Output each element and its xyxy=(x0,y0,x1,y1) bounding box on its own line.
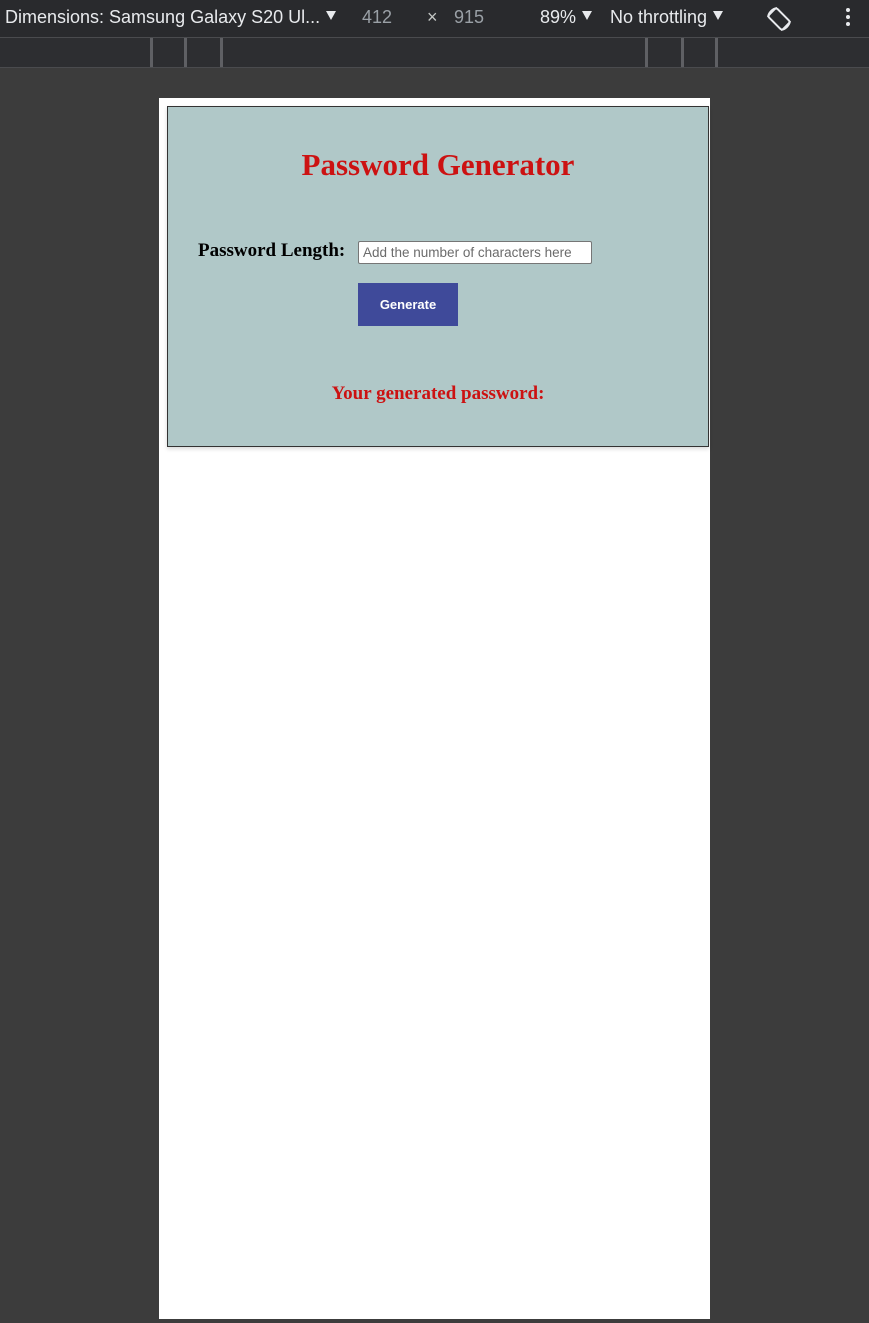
times-icon: × xyxy=(427,7,438,27)
chevron-down-icon xyxy=(326,11,337,20)
ruler-tick[interactable] xyxy=(184,38,187,67)
zoom-label: 89% xyxy=(540,7,577,27)
throttling-label: No throttling xyxy=(610,7,708,27)
password-length-label: Password Length: xyxy=(198,240,346,261)
rotate-icon[interactable] xyxy=(764,4,794,34)
generated-password-label: Your generated password: xyxy=(331,383,545,404)
ruler-tick[interactable] xyxy=(150,38,153,67)
chevron-down-icon xyxy=(713,11,724,20)
ruler-tick[interactable] xyxy=(645,38,648,67)
zoom-dropdown[interactable]: 89% xyxy=(540,7,593,28)
password-length-input[interactable] xyxy=(358,241,592,264)
device-viewport: Password Generator Password Length: Gene… xyxy=(159,98,710,1319)
throttling-dropdown[interactable]: No throttling xyxy=(610,7,724,28)
width-input[interactable]: 412 xyxy=(362,7,392,28)
dimensions-dropdown[interactable]: Dimensions: Samsung Galaxy S20 Ul... xyxy=(5,7,337,28)
ruler-tick[interactable] xyxy=(681,38,684,67)
ruler-tick[interactable] xyxy=(220,38,223,67)
media-query-ruler xyxy=(0,37,869,68)
chevron-down-icon xyxy=(582,11,593,20)
page-title: Password Generator xyxy=(301,147,575,182)
dimensions-label: Dimensions: Samsung Galaxy S20 Ul... xyxy=(5,7,321,27)
device-toolbar: Dimensions: Samsung Galaxy S20 Ul... 412… xyxy=(0,0,869,37)
generator-card: Password Generator Password Length: Gene… xyxy=(167,106,709,447)
ruler-tick[interactable] xyxy=(715,38,718,67)
height-input[interactable]: 915 xyxy=(454,7,484,28)
more-options-icon[interactable] xyxy=(841,8,855,30)
generate-button[interactable]: Generate xyxy=(358,283,458,326)
